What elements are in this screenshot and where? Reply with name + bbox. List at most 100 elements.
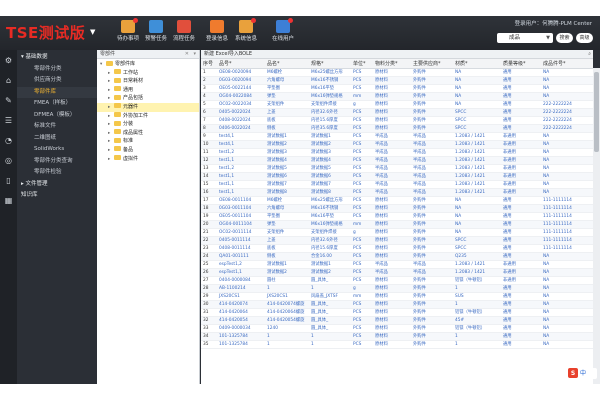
- tree-node[interactable]: ▸ 标准: [97, 137, 199, 146]
- product-select[interactable]: 成品 ▼: [497, 33, 553, 43]
- table-row[interactable]: 7 0408-0022024 底板 内径15.6厚度 PCS 原材料 外购件 SPCC 通用 22…: [201, 116, 593, 125]
- table-row[interactable]: 27 0404-0000084 圆柱 圆_具体_ PCS 原材料 外购件 铝镁（牛顿铝） 非通用…: [201, 276, 593, 285]
- close-icon[interactable]: ✕: [185, 50, 189, 59]
- table-row[interactable]: 18 0G03-0011104 六角螺母 M6x16不锈钢 PCS 原材料 外购件 NA 通用 1…: [201, 204, 593, 213]
- vertical-scrollbar[interactable]: [593, 68, 600, 384]
- search-button[interactable]: 搜索: [556, 33, 573, 43]
- tree-node[interactable]: ▸ 分装: [97, 120, 199, 129]
- column-header[interactable]: 单位*: [351, 59, 373, 69]
- tree-node[interactable]: ▸ 工作站: [97, 69, 199, 78]
- tree-node[interactable]: ▸ 外协加工件: [97, 112, 199, 121]
- tree-node[interactable]: ▸ 产品包括: [97, 94, 199, 103]
- chevron-down-icon[interactable]: ▾: [193, 50, 196, 59]
- tree-node[interactable]: ▸ 日常耗材: [97, 77, 199, 86]
- toolbar-button-2[interactable]: 流程任务: [167, 18, 201, 48]
- table-row[interactable]: 4 OG04-0022084 弹垫 M6x16弹垫规格 mm 原材料 外购件 NA 通用 NA: [201, 92, 593, 101]
- tree-node[interactable]: ▸ 成品属性: [97, 129, 199, 138]
- table-cell: PCS: [351, 164, 373, 173]
- tree-node[interactable]: ▾ 零部件库: [97, 60, 199, 69]
- table-row[interactable]: 31 414-0420064 414-0420064螺旋 圆_具体_ PCS 原材料 外购件…: [201, 308, 593, 317]
- table-toolbar-label[interactable]: 新建 Excel导入BOLE: [204, 51, 252, 57]
- table-row[interactable]: 25 espTest1,2 测试数据1 测试数据1 PCS 半成品 半成品 1.2083 / …: [201, 260, 593, 269]
- column-header[interactable]: 品名*: [265, 59, 309, 69]
- column-header[interactable]: 物料分类*: [373, 59, 411, 69]
- table-row[interactable]: 16 test1,1 测试数据8 测试数据8 PCS 半成品 半成品 1.2083 / 142…: [201, 188, 593, 197]
- table-row[interactable]: 6 0405-0022024 上盖 内径32.6外径 PCS 原材料 外购件 SPCC 通用 22…: [201, 108, 593, 117]
- tree-node[interactable]: ▸ 元器件: [97, 102, 199, 112]
- column-header[interactable]: 成品件号*: [541, 59, 593, 69]
- table-row[interactable]: 3 OE05-0022144 平垫圈 M6x16平垫 PCS 原材料 外购件 NA 通用 NA: [201, 84, 593, 93]
- database-icon[interactable]: ☰: [0, 110, 17, 130]
- table-row[interactable]: 24 QA01-001111 侧板 合金16.00 PCS 原材料 外购件 Q235 通用 NA: [201, 252, 593, 261]
- table-row[interactable]: 15 test1,1 测试数据7 测试数据7 PCS 半成品 半成品 1.2083 / 142…: [201, 180, 593, 189]
- sidebar-item-8[interactable]: SolidWorks: [17, 144, 97, 156]
- column-header[interactable]: 材质*: [453, 59, 501, 69]
- search-icon[interactable]: ⌕: [588, 50, 591, 59]
- table-row[interactable]: 19 OE05-0011104 平垫圈 M6x16平垫 PCS 原材料 外购件 NA 通用 111…: [201, 212, 593, 221]
- edit-icon[interactable]: ✎: [0, 90, 17, 110]
- logo-dropdown-icon[interactable]: ▼: [90, 28, 95, 36]
- sidebar-item-1[interactable]: 零部件分类: [17, 64, 97, 76]
- tree-node[interactable]: ▸ 备品: [97, 146, 199, 155]
- table-row[interactable]: 29 JXS20CS1 JXS20CS1 风扇盖_JXTSF mm 原材料 外购件 SUS 通用…: [201, 292, 593, 301]
- book-icon[interactable]: ▯: [0, 170, 17, 190]
- sidebar-item-11[interactable]: ▸ 文件管理: [17, 179, 97, 191]
- table-row[interactable]: 10 test4,1 测试数据2 测试数据2 PCS 半成品 半成品 1.2083 / 142…: [201, 140, 593, 149]
- table-row[interactable]: 12 test1,1 测试数据4 测试数据4 PCS 半成品 半成品 1.2083 / 142…: [201, 156, 593, 165]
- sidebar-item-6[interactable]: 标准文件: [17, 121, 97, 133]
- column-header[interactable]: 序号: [201, 59, 217, 69]
- table-row[interactable]: 28 AB-1100214 1 1 g 原材料 外购件 1 通用 NA: [201, 284, 593, 293]
- column-header[interactable]: 质量等级*: [501, 59, 541, 69]
- column-header[interactable]: 品号*: [217, 59, 265, 69]
- table-cell: 风扇盖_JXTSF: [309, 292, 351, 301]
- table-cell: NA: [541, 292, 593, 301]
- sidebar-item-0[interactable]: ▾ 基础数据: [17, 52, 97, 64]
- column-header[interactable]: 规格*: [309, 59, 351, 69]
- sidebar-item-3[interactable]: 零部件库: [17, 86, 97, 98]
- sidebar-item-12[interactable]: 知识库: [17, 190, 97, 202]
- grid-icon[interactable]: ▦: [0, 190, 17, 210]
- table-row[interactable]: 13 test1,2 测试数据5 测试数据5 PCS 半成品 半成品 1.2083 / 142…: [201, 164, 593, 173]
- table-row[interactable]: 1 OE08-0020094 M6螺栓 M6x25螺丝方形 PCS 原材料 外购件 NA 通用 N…: [201, 68, 593, 77]
- table-row[interactable]: 26 espTest1,1 测试数据2 测试数据2 PCS 半成品 半成品 1.2083 / …: [201, 268, 593, 277]
- table-row[interactable]: 32 414-0420054 414-0420054螺旋 圆_具体_ PCS 原材料 外购件…: [201, 316, 593, 325]
- home-icon[interactable]: ⌂: [0, 70, 17, 90]
- table-cell: test1,2: [217, 148, 265, 157]
- table-row[interactable]: 2 0G03-0020094 六角螺母 M6x16不锈钢 PCS 原材料 外购件 NA 通用 NA: [201, 76, 593, 85]
- sidebar-item-5[interactable]: DFMEA（模板）: [17, 110, 97, 122]
- toolbar-icon: [177, 20, 191, 33]
- table-row[interactable]: 8 0406-0022024 侧板 内径35.6厚度 PCS 原材料 外购件 SPCC 通用 22…: [201, 124, 593, 133]
- column-header[interactable]: 主要供应商*: [411, 59, 453, 69]
- gear-icon[interactable]: ⚙: [0, 50, 17, 70]
- sidebar-item-9[interactable]: 零部件分类查询: [17, 156, 97, 168]
- sidebar-item-10[interactable]: 零部件检验: [17, 167, 97, 179]
- scrollbar-thumb[interactable]: [594, 72, 599, 152]
- table-row[interactable]: 23 0408-0011114 底板 内径15.6厚度 PCS 原材料 外购件 SPCC 通用 1…: [201, 244, 593, 253]
- table-cell: 原材料: [373, 116, 411, 125]
- table-row[interactable]: 11 test1,2 测试数据3 测试数据3 PCS 半成品 半成品 1.2083 / 142…: [201, 148, 593, 157]
- table-row[interactable]: 5 OC02-0022034 支架组件 支架组件焊接 g 原材料 外购件 NA 通用 222-22…: [201, 100, 593, 109]
- table-row[interactable]: 22 0405-0011114 上盖 内径32.6外径 PCS 原材料 外购件 SPCC 通用 1…: [201, 236, 593, 245]
- table-row[interactable]: 21 OC02-0011114 支架组件 支架组件焊接 g 原材料 外购件 NA 通用 111-1…: [201, 228, 593, 237]
- sidebar-item-7[interactable]: 二维图纸: [17, 133, 97, 145]
- table-row[interactable]: 17 OE08-0011104 M6螺栓 M6x25螺丝方形 PCS 原材料 外购件 NA 通用…: [201, 196, 593, 205]
- advanced-search-button[interactable]: 高级: [576, 33, 593, 43]
- tree-node[interactable]: ▸ 虚拟件: [97, 155, 199, 164]
- table-row[interactable]: 14 test1,1 测试数据6 测试数据6 PCS 半成品 半成品 1.2083 / 142…: [201, 172, 593, 181]
- table-row[interactable]: 30 414-0420074 414-0420074螺旋 圆_具体_ PCS 原材料 外购件…: [201, 300, 593, 309]
- fingerprint-icon[interactable]: ◎: [0, 150, 17, 170]
- toolbar-button-5[interactable]: 在线用户: [266, 18, 300, 48]
- table-row[interactable]: 20 OG04-0011104 弹垫 M6x16弹垫规格 mm 原材料 外购件 NA 通用 111…: [201, 220, 593, 229]
- chart-icon[interactable]: ◔: [0, 130, 17, 150]
- toolbar-button-4[interactable]: 系统信息: [229, 18, 263, 48]
- ime-indicator[interactable]: S中: [567, 368, 597, 379]
- table-row[interactable]: 33 0409-0000034 1240 圆_具体_ PCS 原材料 外购件 铝镁（牛顿铝）通…: [201, 324, 593, 333]
- table-cell: 原材料: [373, 124, 411, 133]
- table-row[interactable]: 35 101-1325784 1 1 PCS 原材料 外购件 1 通用 NA: [201, 340, 593, 349]
- sidebar-item-2[interactable]: 供应商分类: [17, 75, 97, 87]
- tree-node[interactable]: ▸ 通用: [97, 86, 199, 95]
- table-row[interactable]: 34 101-1325784 1 1 PCS 原材料 外购件 1 通用 NA: [201, 332, 593, 341]
- table-row[interactable]: 9 test4,1 测试数据1 测试数据1 PCS 半成品 半成品 1.2083 / 1421…: [201, 132, 593, 141]
- table-cell: 半成品: [411, 164, 453, 173]
- sidebar-item-4[interactable]: FMEA（样板）: [17, 98, 97, 110]
